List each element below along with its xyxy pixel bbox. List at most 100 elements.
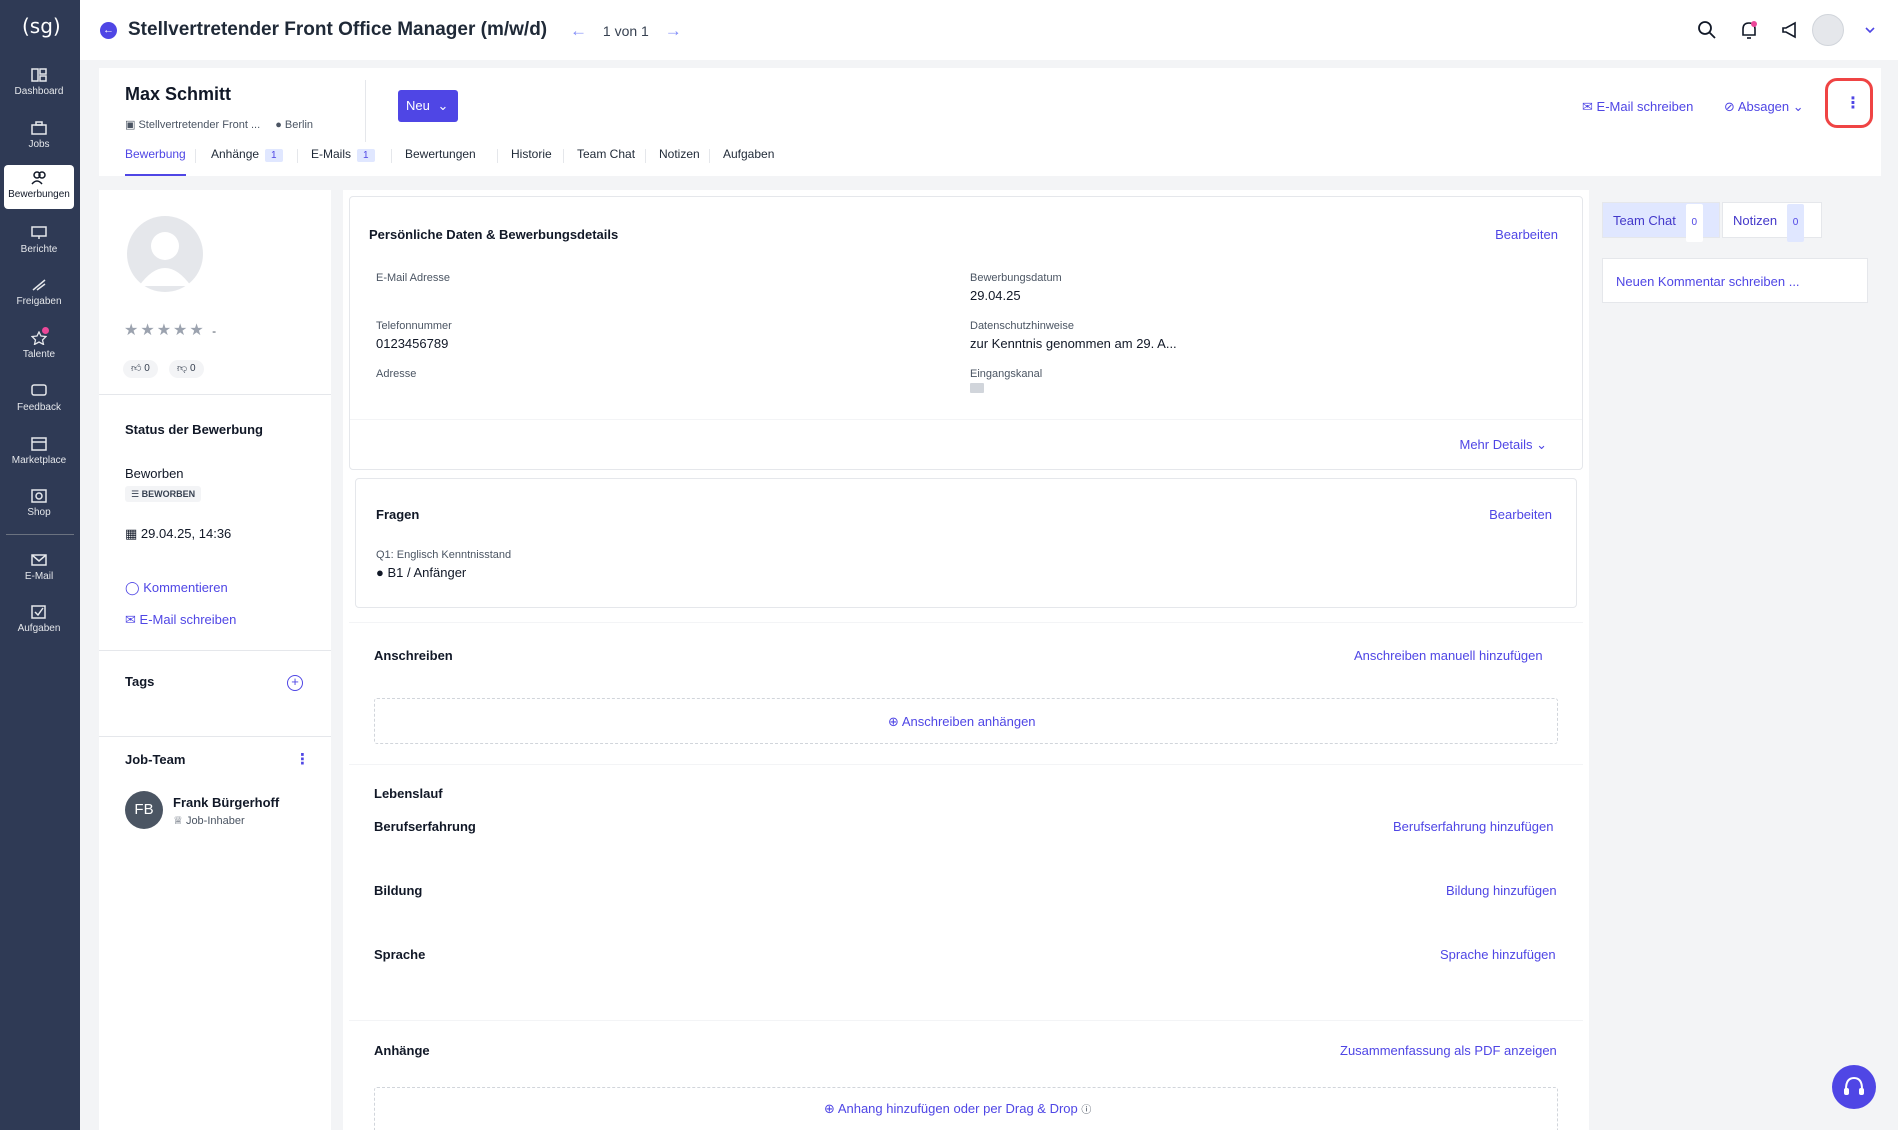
logo[interactable]: (sg): [22, 14, 61, 44]
sidebar-item-shop[interactable]: Shop: [4, 483, 74, 526]
more-details-label: Mehr Details: [1459, 437, 1533, 452]
sidebar-item-label: Shop: [27, 507, 51, 518]
tab-notizen[interactable]: Notizen: [659, 147, 700, 176]
more-details-link[interactable]: Mehr Details ⌄: [1460, 437, 1548, 453]
plus-circle-icon: ⊕: [824, 1101, 835, 1116]
bell-icon[interactable]: [1739, 20, 1759, 40]
cover-attach-dropzone[interactable]: ⊕ Anschreiben anhängen: [374, 698, 1558, 744]
chevron-down-icon: ⌄: [1536, 437, 1547, 452]
sidebar-item-jobs[interactable]: Jobs: [4, 115, 74, 158]
tab-bewerbung[interactable]: Bewerbung: [125, 147, 186, 176]
sidebar-item-label: Marketplace: [11, 455, 67, 466]
member-avatar[interactable]: FB: [125, 791, 163, 829]
rating-stars[interactable]: ★★★★★ -: [124, 320, 216, 340]
reject-label: Absagen: [1737, 99, 1790, 114]
tab-label: Historie: [511, 147, 552, 161]
back-arrow-icon[interactable]: ←: [100, 22, 117, 39]
divider: [350, 419, 1582, 420]
thumbs-up-icon: 👍︎: [131, 363, 142, 374]
edit-personal-button[interactable]: Bearbeiten: [1495, 227, 1558, 242]
tab-notizen-panel[interactable]: Notizen 0: [1722, 202, 1822, 242]
megaphone-icon[interactable]: [1780, 20, 1800, 40]
page-title: Stellvertretender Front Office Manager (…: [128, 19, 548, 40]
sidebar-item-aufgaben[interactable]: Aufgaben: [4, 599, 74, 642]
tab-separator: [645, 149, 646, 163]
panel-tab-count: 0: [1685, 204, 1704, 242]
sidebar-item-talente[interactable]: Talente: [4, 325, 74, 368]
cover-attach-link[interactable]: ⊕ Anschreiben anhängen: [888, 714, 1036, 730]
sidebar-item-dashboard[interactable]: Dashboard: [4, 62, 74, 105]
candidate-job[interactable]: Stellvertretender Front ...: [138, 119, 260, 131]
tab-separator: [497, 149, 498, 163]
experience-add-link[interactable]: Berufserfahrung hinzufügen: [1393, 819, 1553, 834]
sidebar-item-bewerbungen[interactable]: Bewerbungen: [4, 165, 74, 209]
email-link[interactable]: ✉ E-Mail schreiben: [125, 612, 236, 628]
thumbs-down-icon: 👎︎: [177, 363, 188, 374]
reject-button[interactable]: ⊘ Absagen ⌄: [1724, 99, 1804, 115]
tab-emails[interactable]: E-Mails 1: [311, 147, 375, 176]
phone-label: Telefonnummer: [376, 320, 452, 332]
stack-icon: ☰: [131, 489, 140, 499]
tab-team-chat[interactable]: Team Chat: [577, 147, 635, 176]
sidebar-item-email[interactable]: E-Mail: [4, 547, 74, 590]
status-dropdown-button[interactable]: Neu ⌄: [398, 90, 458, 122]
new-comment-input[interactable]: Neuen Kommentar schreiben ...: [1602, 258, 1868, 303]
chevron-down-icon: ⌄: [1792, 99, 1804, 114]
more-options-icon[interactable]: ⋮: [1845, 93, 1861, 113]
divider: [349, 764, 1583, 765]
tab-bewertungen[interactable]: Bewertungen: [405, 147, 476, 176]
pager: ← 1 von 1 →: [570, 21, 682, 41]
sidebar-item-label: Jobs: [28, 139, 50, 150]
headset-icon: [1844, 1076, 1864, 1095]
thumbs-up-button[interactable]: 👍︎ 0: [123, 360, 158, 378]
ban-icon: ⊘: [1724, 99, 1735, 114]
email-write-label: E-Mail schreiben: [1596, 99, 1694, 114]
thumbs-down-button[interactable]: 👎︎ 0: [169, 360, 204, 378]
sidebar-item-marketplace[interactable]: Marketplace: [4, 431, 74, 474]
tab-team-chat-panel[interactable]: Team Chat 0: [1602, 202, 1720, 242]
edit-questions-button[interactable]: Bearbeiten: [1489, 507, 1552, 522]
tab-historie[interactable]: Historie: [511, 147, 552, 176]
mail-icon: ✉: [125, 612, 136, 627]
applied-value: 29.04.25: [970, 288, 1021, 303]
attachments-title: Anhänge: [374, 1043, 430, 1058]
avatar[interactable]: [127, 216, 203, 292]
card-title: Persönliche Daten & Bewerbungsdetails: [369, 227, 619, 242]
attachment-add-link[interactable]: ⊕ Anhang hinzufügen oder per Drag & Drop…: [824, 1101, 1091, 1117]
sidebar-item-freigaben[interactable]: Freigaben: [4, 272, 74, 315]
chevron-down-icon[interactable]: [1864, 24, 1876, 36]
next-arrow-icon[interactable]: →: [665, 21, 682, 40]
pdf-summary-link[interactable]: Zusammenfassung als PDF anzeigen: [1340, 1043, 1557, 1058]
main-content: Persönliche Daten & Bewerbungsdetails Be…: [343, 190, 1589, 1130]
comment-link[interactable]: ◯ Kommentieren: [125, 580, 228, 596]
dashboard-icon: [31, 68, 47, 82]
sidebar-item-berichte[interactable]: Berichte: [4, 220, 74, 263]
user-avatar[interactable]: [1812, 14, 1844, 46]
previous-arrow-icon[interactable]: ←: [570, 21, 587, 40]
cover-add-manual-link[interactable]: Anschreiben manuell hinzufügen: [1354, 648, 1543, 663]
sidebar-item-feedback[interactable]: Feedback: [4, 378, 74, 421]
cv-title: Lebenslauf: [374, 786, 443, 801]
education-add-link[interactable]: Bildung hinzufügen: [1446, 883, 1557, 898]
attachment-dropzone[interactable]: ⊕ Anhang hinzufügen oder per Drag & Drop…: [374, 1087, 1558, 1130]
support-button[interactable]: [1832, 1065, 1876, 1109]
privacy-value: zur Kenntnis genommen am 29. A...: [970, 336, 1177, 351]
search-icon[interactable]: [1697, 20, 1717, 40]
tab-label: Bewerbung: [125, 147, 186, 161]
add-tag-icon[interactable]: +: [287, 675, 303, 691]
status-date-value: 29.04.25, 14:36: [140, 526, 232, 541]
info-icon[interactable]: ⓘ: [1081, 1105, 1091, 1116]
team-options-icon[interactable]: ⋮: [295, 750, 310, 768]
tab-badge: 1: [265, 149, 283, 162]
tab-label: E-Mails: [311, 147, 352, 161]
experience-title: Berufserfahrung: [374, 819, 476, 834]
tab-aufgaben[interactable]: Aufgaben: [723, 147, 774, 176]
tab-anhaenge[interactable]: Anhänge 1: [211, 147, 283, 176]
status-label: Neu: [406, 98, 430, 113]
language-add-link[interactable]: Sprache hinzufügen: [1440, 947, 1556, 962]
location-icon: ●: [275, 119, 282, 131]
store-icon: [31, 437, 47, 451]
divider: [365, 80, 366, 142]
email-write-button[interactable]: ✉ E-Mail schreiben: [1582, 99, 1693, 115]
pager-label: 1 von 1: [602, 23, 649, 39]
